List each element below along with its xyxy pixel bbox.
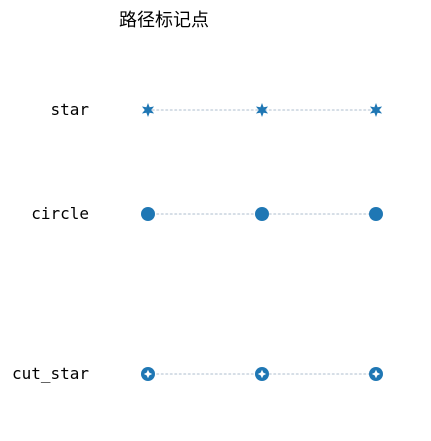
chart-canvas: 路径标记点 star circle cut_star — [12, 10, 383, 383]
row-label: star — [50, 100, 89, 119]
circle-icon — [141, 207, 155, 221]
cut-star-icon — [255, 367, 269, 381]
star-icon — [369, 103, 383, 117]
circle-icon — [255, 207, 269, 221]
rows-layer: star circle cut_star — [12, 100, 383, 383]
chart-title: 路径标记点 — [119, 10, 209, 31]
row-star: star — [50, 100, 383, 119]
circle-icon — [369, 207, 383, 221]
row-circle: circle — [31, 204, 383, 223]
row-label: circle — [31, 204, 89, 223]
cut-star-icon — [369, 367, 383, 381]
row-label: cut_star — [12, 364, 89, 383]
cut-star-icon — [141, 367, 155, 381]
chart-figure: 路径标记点 star circle cut_star — [0, 0, 431, 437]
row-cut-star: cut_star — [12, 364, 383, 383]
